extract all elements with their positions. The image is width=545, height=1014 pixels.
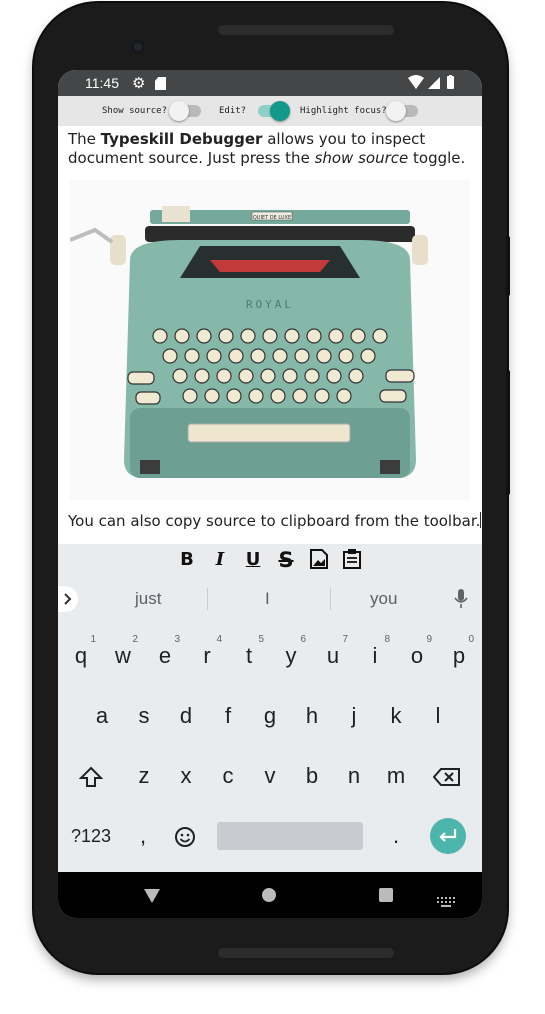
keyboard-switcher-icon[interactable] bbox=[437, 892, 455, 911]
space-bar[interactable] bbox=[217, 822, 363, 850]
typewriter-image[interactable]: QUIET DE LUXE ROYAL bbox=[69, 180, 470, 500]
earpiece-speaker bbox=[218, 25, 394, 35]
soft-keyboard: just I you q1 w2 e3 r4 t5 y6 u7 i8 o9 p0… bbox=[58, 578, 482, 872]
underline-button[interactable]: U bbox=[242, 549, 264, 571]
key-d[interactable]: d bbox=[165, 690, 207, 742]
suggestion-you[interactable]: you bbox=[370, 589, 397, 609]
emoji-icon bbox=[175, 827, 195, 848]
shift-icon bbox=[78, 766, 104, 788]
key-f[interactable]: f bbox=[207, 690, 249, 742]
volume-rocker bbox=[506, 370, 510, 495]
key-a[interactable]: a bbox=[81, 690, 123, 742]
debugger-toolbar: Show source? Edit? Highlight focus? bbox=[58, 96, 482, 126]
key-o[interactable]: o9 bbox=[396, 630, 438, 682]
model-plate-text: QUIET DE LUXE bbox=[253, 215, 291, 221]
suggestion-i[interactable]: I bbox=[265, 589, 270, 609]
bottom-speaker bbox=[218, 948, 394, 958]
key-s[interactable]: s bbox=[123, 690, 165, 742]
key-t[interactable]: t5 bbox=[228, 630, 270, 682]
shift-key[interactable] bbox=[70, 750, 112, 802]
enter-key[interactable] bbox=[430, 818, 466, 854]
italic-button[interactable]: I bbox=[209, 549, 231, 571]
key-c[interactable]: c bbox=[207, 750, 249, 802]
key-i[interactable]: i8 bbox=[354, 630, 396, 682]
key-m[interactable]: m bbox=[375, 750, 417, 802]
sd-card-icon bbox=[155, 77, 166, 90]
suggestion-strip: just I you bbox=[58, 578, 482, 620]
home-circle-icon[interactable] bbox=[262, 888, 276, 902]
key-n[interactable]: n bbox=[333, 750, 375, 802]
key-j[interactable]: j bbox=[333, 690, 375, 742]
status-bar: 11:45 ⚙ bbox=[58, 70, 482, 96]
show-source-toggle[interactable] bbox=[169, 101, 203, 121]
paragraph-intro[interactable]: The Typeskill Debugger allows you to ins… bbox=[68, 130, 478, 168]
key-x[interactable]: x bbox=[165, 750, 207, 802]
navigation-bar bbox=[58, 872, 482, 918]
key-h[interactable]: h bbox=[291, 690, 333, 742]
status-time: 11:45 bbox=[85, 75, 119, 91]
edit-toggle[interactable] bbox=[256, 101, 290, 121]
key-y[interactable]: y6 bbox=[270, 630, 312, 682]
period-key[interactable]: . bbox=[375, 810, 417, 862]
clipboard-icon[interactable] bbox=[341, 549, 363, 571]
edit-label: Edit? bbox=[219, 106, 247, 116]
suggestion-just[interactable]: just bbox=[135, 589, 161, 609]
backspace-icon bbox=[432, 768, 460, 787]
text-caret bbox=[480, 512, 482, 528]
key-u[interactable]: u7 bbox=[312, 630, 354, 682]
comma-key[interactable]: , bbox=[122, 810, 164, 862]
key-q[interactable]: q1 bbox=[60, 630, 102, 682]
key-l[interactable]: l bbox=[417, 690, 459, 742]
settings-gear-icon: ⚙ bbox=[132, 74, 146, 92]
recents-square-icon[interactable] bbox=[379, 888, 393, 902]
status-icons bbox=[407, 75, 455, 95]
show-source-label: Show source? bbox=[102, 106, 168, 116]
suggestion-divider bbox=[330, 588, 331, 610]
brand-badge-text: ROYAL bbox=[246, 298, 294, 311]
key-v[interactable]: v bbox=[249, 750, 291, 802]
back-triangle-icon[interactable] bbox=[144, 888, 160, 907]
signal-icon bbox=[428, 77, 440, 89]
highlight-focus-toggle[interactable] bbox=[386, 101, 420, 121]
key-g[interactable]: g bbox=[249, 690, 291, 742]
suggestion-divider bbox=[207, 588, 208, 610]
bold-button[interactable]: B bbox=[176, 549, 198, 571]
wifi-icon bbox=[408, 75, 424, 89]
key-e[interactable]: e3 bbox=[144, 630, 186, 682]
document-editor[interactable]: The Typeskill Debugger allows you to ins… bbox=[58, 126, 482, 544]
key-b[interactable]: b bbox=[291, 750, 333, 802]
screen: 11:45 ⚙ Show source? Edit? Highlight foc… bbox=[58, 70, 482, 918]
key-z[interactable]: z bbox=[123, 750, 165, 802]
expand-chevron-icon[interactable] bbox=[58, 586, 78, 612]
enter-icon bbox=[439, 829, 457, 842]
paragraph-copy-hint[interactable]: You can also copy source to clipboard fr… bbox=[68, 512, 482, 531]
image-file-icon[interactable] bbox=[308, 549, 330, 571]
key-p[interactable]: p0 bbox=[438, 630, 480, 682]
key-r[interactable]: r4 bbox=[186, 630, 228, 682]
emoji-key[interactable] bbox=[164, 810, 206, 862]
strikethrough-button[interactable]: S bbox=[275, 549, 297, 571]
show-source-italic: show source bbox=[314, 149, 409, 167]
key-k[interactable]: k bbox=[375, 690, 417, 742]
front-camera bbox=[131, 40, 145, 54]
format-toolbar: B I U S bbox=[58, 544, 482, 578]
battery-icon bbox=[447, 76, 454, 89]
power-button bbox=[506, 236, 510, 296]
key-w[interactable]: w2 bbox=[102, 630, 144, 682]
typeskill-debugger-bold: Typeskill Debugger bbox=[100, 130, 263, 148]
microphone-icon[interactable] bbox=[454, 589, 468, 613]
backspace-key[interactable] bbox=[426, 750, 468, 802]
highlight-focus-label: Highlight focus? bbox=[300, 106, 387, 116]
symbols-key[interactable]: ?123 bbox=[66, 810, 116, 862]
